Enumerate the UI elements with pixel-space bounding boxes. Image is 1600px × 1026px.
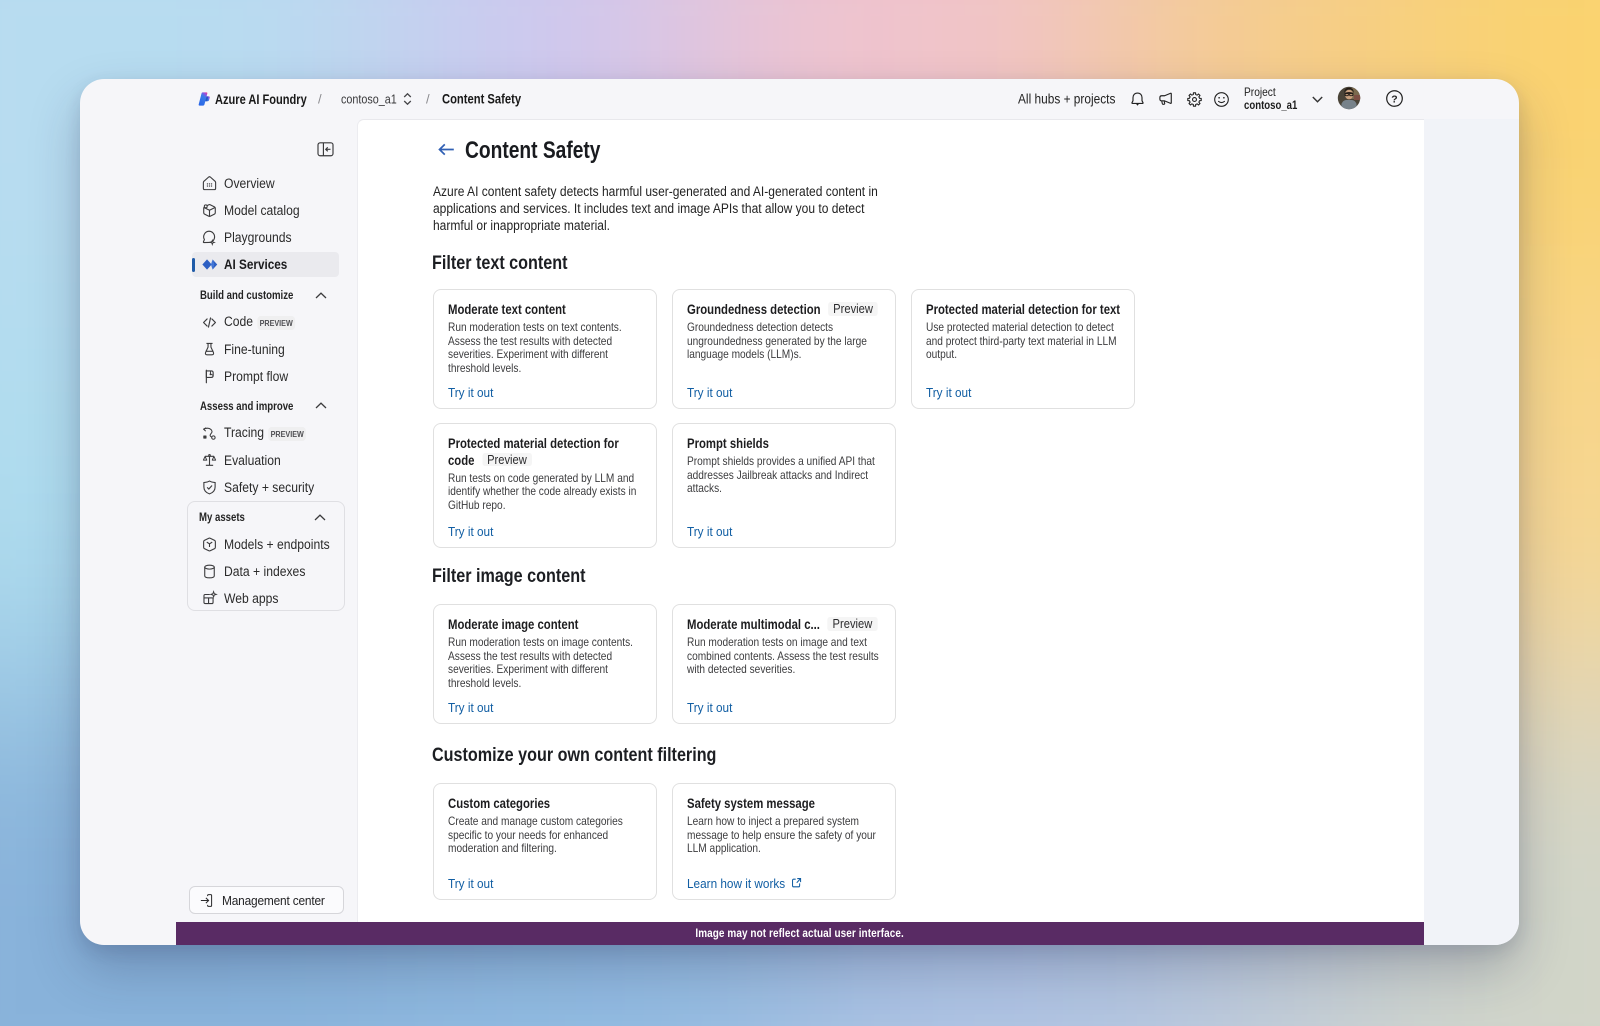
svg-text:?: ? bbox=[1391, 94, 1397, 105]
